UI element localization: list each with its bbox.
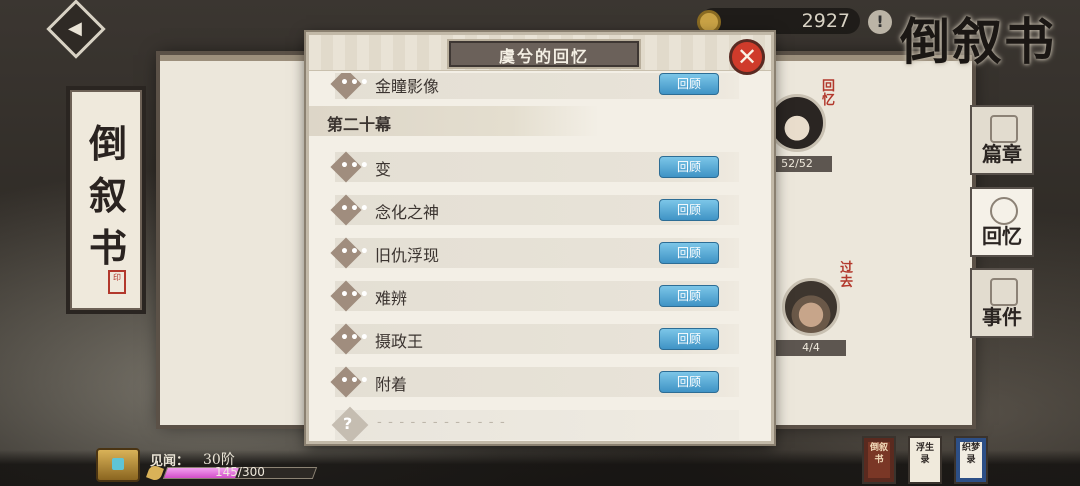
memory-name: 摄政王 xyxy=(375,332,424,351)
review-button[interactable]: 回顾 xyxy=(659,328,719,350)
review-button[interactable]: 回顾 xyxy=(659,156,719,178)
tab-memories[interactable]: 回忆 xyxy=(970,187,1034,257)
book-button-dream[interactable]: 织梦录 xyxy=(954,436,988,484)
list-item: ••• 旧仇浮现 回顾 xyxy=(335,238,739,268)
book-button-reverse[interactable]: 倒叙书 xyxy=(862,436,896,484)
list-item: ••• 难辨 回顾 xyxy=(335,281,739,311)
character-card-past[interactable]: 4/4 xyxy=(776,278,846,356)
character-tag: 过去 xyxy=(840,261,854,290)
list-item: ••• 附着 回顾 xyxy=(335,367,739,397)
tab-events-label: 事件 xyxy=(982,305,1022,329)
review-button[interactable]: 回顾 xyxy=(659,199,719,221)
book-button-floating-life[interactable]: 浮生录 xyxy=(908,436,942,484)
close-icon: ✕ xyxy=(736,43,758,71)
left-scroll-title: 倒叙书 xyxy=(88,121,127,270)
memory-name: 附着 xyxy=(375,375,408,394)
tab-memories-label: 回忆 xyxy=(982,224,1022,248)
exp-value: 145/300 xyxy=(215,465,265,479)
memory-name: 变 xyxy=(375,160,392,179)
review-button[interactable]: 回顾 xyxy=(659,285,719,307)
locked-placeholder: - - - - - - - - - - - - xyxy=(377,414,506,430)
review-button[interactable]: 回顾 xyxy=(659,242,719,264)
dialog-title: 虞兮的回忆 xyxy=(498,47,589,66)
red-seal-icon: 印 xyxy=(108,270,126,294)
review-button[interactable]: 回顾 xyxy=(659,371,719,393)
coin-icon xyxy=(697,10,721,34)
memory-name: 难辨 xyxy=(375,289,408,308)
list-item: ••• 变 回顾 xyxy=(335,152,739,182)
character-tag: 回忆 xyxy=(822,79,836,108)
book-label: 织梦录 xyxy=(960,442,982,478)
list-item: ••• 念化之神 回顾 xyxy=(335,195,739,225)
list-item: ••• 金瞳影像 回顾 xyxy=(335,73,739,99)
game-logo: 倒叙书 xyxy=(900,12,1056,71)
review-button[interactable]: 回顾 xyxy=(659,73,719,95)
back-arrow-icon: ◀ xyxy=(67,18,82,40)
character-avatar xyxy=(768,94,826,152)
character-avatar xyxy=(782,278,840,336)
tab-chapters[interactable]: 篇章 xyxy=(970,105,1034,175)
memory-dialog: 虞兮的回忆 ✕ ••• 金瞳影像 回顾 第二十幕 ••• 变 回顾 ••• 念化… xyxy=(306,32,774,444)
add-currency-button[interactable]: ! xyxy=(868,10,892,34)
list-item: ••• 摄政王 回顾 xyxy=(335,324,739,354)
locked-list-item: ? - - - - - - - - - - - - xyxy=(331,406,739,441)
memory-list[interactable]: ••• 金瞳影像 回顾 第二十幕 ••• 变 回顾 ••• 念化之神 回顾 ••… xyxy=(309,73,771,441)
section-header: 第二十幕 xyxy=(309,106,599,136)
book-label: 倒叙书 xyxy=(868,442,890,478)
tab-chapters-label: 篇章 xyxy=(982,142,1022,166)
character-count: 4/4 xyxy=(776,340,846,356)
book-label: 浮生录 xyxy=(915,443,934,465)
currency-value: 2927 xyxy=(801,10,850,32)
left-scroll: 倒叙书 xyxy=(70,90,142,310)
memory-name: 金瞳影像 xyxy=(375,77,440,96)
close-button[interactable]: ✕ xyxy=(729,39,765,75)
section-title: 第二十幕 xyxy=(327,115,392,134)
memory-name: 念化之神 xyxy=(375,203,440,222)
memory-name: 旧仇浮现 xyxy=(375,246,440,265)
tab-events[interactable]: 事件 xyxy=(970,268,1034,338)
treasure-chest-icon[interactable] xyxy=(96,448,140,482)
